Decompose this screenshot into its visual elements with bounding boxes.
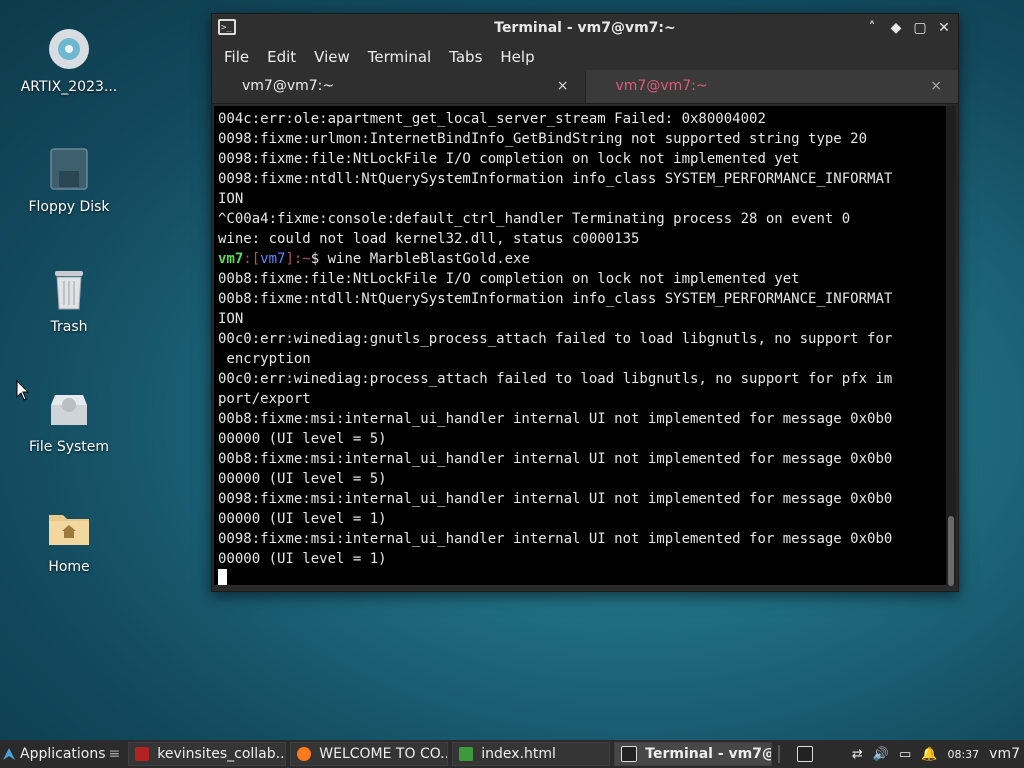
window-maximize-button[interactable]: ▢: [912, 19, 928, 37]
desktop-icon-label: Trash: [50, 319, 88, 335]
applications-menu-button[interactable]: Applications ≡: [0, 740, 124, 768]
window-minimize-button[interactable]: ◆: [888, 19, 904, 37]
terminal-line: 0098:fixme:msi:internal_ui_handler inter…: [218, 531, 893, 547]
terminal-line: 004c:err:ole:apartment_get_local_server_…: [218, 111, 766, 127]
applications-menu-icon: ≡: [108, 746, 121, 762]
terminal-line: 0098:fixme:urlmon:InternetBindInfo_GetBi…: [218, 131, 868, 147]
terminal-line: 0098:fixme:file:NtLockFile I/O completio…: [218, 151, 800, 167]
terminal-launcher-icon: [797, 746, 814, 762]
taskbar: Applications ≡ kevinsites_collab... WELC…: [0, 740, 1024, 768]
terminal-line: 00b8:fixme:ntdll:NtQuerySystemInformatio…: [218, 291, 893, 307]
taskbar-item-firefox[interactable]: WELCOME TO CO...: [290, 742, 449, 766]
prompt-user: vm7: [218, 251, 244, 267]
terminal-line: 00b8:fixme:msi:internal_ui_handler inter…: [218, 451, 893, 467]
terminal-output[interactable]: 004c:err:ole:apartment_get_local_server_…: [214, 106, 946, 585]
terminal-line: 00000 (UI level = 1): [218, 511, 387, 527]
desktop-icon-label: Floppy Disk: [28, 199, 110, 215]
terminal-line: 00000 (UI level = 1): [218, 551, 387, 567]
show-terminal-button[interactable]: [790, 742, 821, 766]
prompt-host: vm7: [260, 251, 286, 267]
tab-terminal-1[interactable]: vm7@vm7:~ ×: [212, 70, 585, 103]
tab-label: vm7@vm7:~: [242, 78, 335, 94]
tab-close-icon[interactable]: ×: [557, 70, 569, 103]
window-close-button[interactable]: ✕: [936, 19, 952, 37]
battery-icon[interactable]: ▭: [899, 747, 911, 762]
window-titlebar[interactable]: >_ Terminal - vm7@vm7:~ ˄ ◆ ▢ ✕: [212, 14, 958, 44]
system-tray: ⇄ 🔊 ▭ 🔔 08:37 vm7: [852, 740, 1024, 768]
hard-drive-icon: [45, 385, 93, 433]
desktop-icon-home[interactable]: Home: [14, 505, 124, 575]
floppy-icon: [45, 145, 93, 193]
notification-bell-icon[interactable]: 🔔: [921, 747, 937, 762]
network-icon[interactable]: ⇄: [852, 747, 863, 762]
terminal-line: 00c0:err:winediag:gnutls_process_attach …: [218, 331, 893, 347]
terminal-icon: [621, 746, 638, 762]
menu-view[interactable]: View: [314, 48, 350, 66]
terminal-window[interactable]: >_ Terminal - vm7@vm7:~ ˄ ◆ ▢ ✕ File Edi…: [211, 13, 959, 592]
terminal-line: port/export: [218, 391, 311, 407]
tab-terminal-2[interactable]: vm7@vm7:~ ×: [584, 70, 958, 103]
terminal-cursor-line: [218, 569, 942, 585]
terminal-scrollbar[interactable]: [946, 106, 956, 586]
terminal-line: ION: [218, 191, 244, 207]
desktop-icon-filesystem[interactable]: File System: [14, 385, 124, 455]
taskbar-item-terminal[interactable]: Terminal - vm7@...: [614, 742, 773, 766]
terminal-line: ION: [218, 311, 244, 327]
terminal-line: ^C00a4:fixme:console:default_ctrl_handle…: [218, 211, 851, 227]
taskbar-item-label: kevinsites_collab...: [157, 746, 287, 762]
artix-logo-icon: [3, 748, 15, 760]
taskbar-item-label: Terminal - vm7@...: [645, 746, 771, 762]
terminal-line: 00000 (UI level = 5): [218, 431, 387, 447]
user-name[interactable]: vm7: [989, 746, 1020, 762]
desktop-icon-trash[interactable]: Trash: [14, 265, 124, 335]
menu-file[interactable]: File: [224, 48, 249, 66]
window-shade-button[interactable]: ˄: [864, 19, 880, 37]
taskbar-separator: [778, 745, 781, 763]
firefox-icon: [297, 747, 312, 761]
clock[interactable]: 08:37: [947, 748, 979, 761]
desktop-icon-floppy[interactable]: Floppy Disk: [14, 145, 124, 215]
terminal-line: 00b8:fixme:msi:internal_ui_handler inter…: [218, 411, 893, 427]
menu-edit[interactable]: Edit: [267, 48, 296, 66]
terminal-line: 00c0:err:winediag:process_attach failed …: [218, 371, 893, 387]
menubar: File Edit View Terminal Tabs Help: [212, 44, 958, 70]
desktop-icon-artix[interactable]: ARTIX_2023...: [14, 25, 124, 95]
trash-icon: [45, 265, 93, 313]
terminal-line: 00000 (UI level = 5): [218, 471, 387, 487]
taskbar-item-label: index.html: [481, 746, 556, 762]
text-cursor: [218, 569, 227, 585]
taskbar-item-label: WELCOME TO CO...: [319, 746, 449, 762]
menu-terminal[interactable]: Terminal: [368, 48, 431, 66]
desktop-icon-label: ARTIX_2023...: [20, 79, 118, 95]
terminal-prompt-line: vm7:[vm7]:~$ wine MarbleBlastGold.exe: [218, 249, 942, 269]
scrollbar-thumb[interactable]: [948, 516, 954, 586]
tab-bar: vm7@vm7:~ × vm7@vm7:~ ×: [212, 70, 958, 104]
filezilla-icon: [135, 747, 150, 761]
volume-icon[interactable]: 🔊: [873, 747, 889, 762]
prompt-bracket-open: :[: [243, 251, 261, 267]
taskbar-item-filezilla[interactable]: kevinsites_collab...: [128, 742, 287, 766]
applications-label: Applications: [20, 746, 106, 762]
menu-tabs[interactable]: Tabs: [449, 48, 482, 66]
terminal-line: 0098:fixme:msi:internal_ui_handler inter…: [218, 491, 893, 507]
menu-help[interactable]: Help: [500, 48, 534, 66]
editor-icon: [459, 747, 474, 761]
terminal-line: 0098:fixme:ntdll:NtQuerySystemInformatio…: [218, 171, 893, 187]
tab-label: vm7@vm7:~: [615, 78, 708, 94]
home-folder-icon: [45, 505, 93, 553]
taskbar-item-editor[interactable]: index.html: [452, 742, 611, 766]
window-title: Terminal - vm7@vm7:~: [494, 20, 676, 36]
prompt-command: wine MarbleBlastGold.exe: [319, 251, 530, 267]
desktop-icon-label: Home: [48, 559, 90, 575]
cdrom-icon: [45, 25, 93, 73]
desktop-icon-label: File System: [28, 439, 110, 455]
terminal-line: 00b8:fixme:file:NtLockFile I/O completio…: [218, 271, 800, 287]
prompt-bracket-close: ]:~: [285, 251, 311, 267]
prompt-symbol: $: [310, 251, 320, 267]
terminal-line: wine: could not load kernel32.dll, statu…: [218, 231, 640, 247]
terminal-line: encryption: [218, 351, 311, 367]
tab-close-icon[interactable]: ×: [930, 70, 942, 103]
